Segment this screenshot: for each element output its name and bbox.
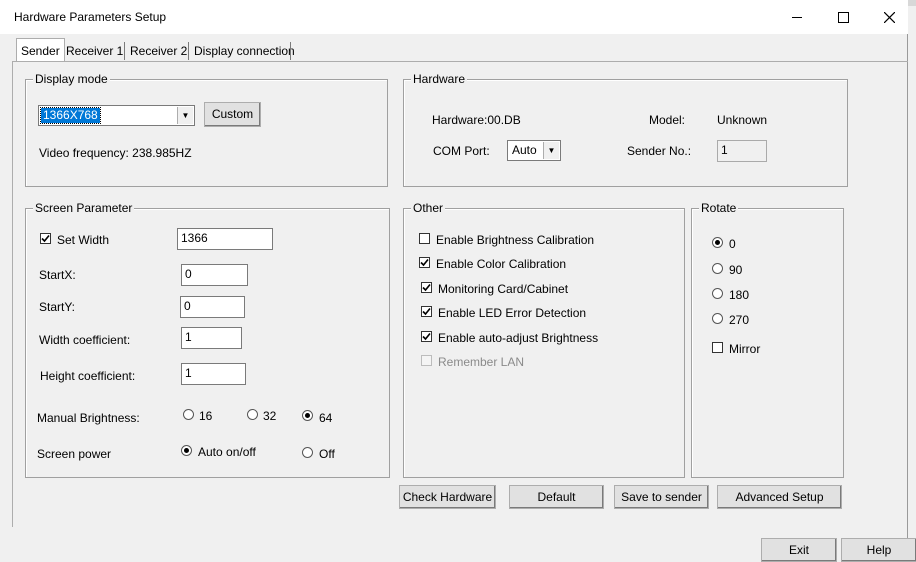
- tab-receiver-2[interactable]: Receiver 2: [126, 40, 191, 62]
- width-coefficient-field[interactable]: 1: [181, 327, 242, 349]
- display-mode-group: Display mode: [25, 72, 388, 187]
- sender-no-field: 1: [717, 140, 767, 162]
- brightness-32-radio[interactable]: [247, 409, 258, 420]
- rotate-270-radio[interactable]: [712, 313, 723, 324]
- help-button[interactable]: Help: [841, 538, 916, 562]
- power-auto-label: Auto on/off: [198, 445, 256, 459]
- minimize-icon: [792, 16, 802, 18]
- window-title: Hardware Parameters Setup: [14, 10, 167, 24]
- rotate-180-label: 180: [729, 288, 750, 302]
- height-coefficient-field[interactable]: 1: [181, 363, 246, 385]
- sender-no-label: Sender No.:: [627, 144, 692, 158]
- led-error-detection-checkbox[interactable]: [421, 306, 432, 317]
- resolution-value: 1366X768: [40, 107, 101, 124]
- led-error-detection-label: Enable LED Error Detection: [438, 306, 587, 320]
- set-width-checkbox[interactable]: [40, 233, 51, 244]
- brightness-64-radio[interactable]: [302, 410, 313, 421]
- rotate-90-label: 90: [729, 263, 743, 277]
- power-auto-radio[interactable]: [181, 445, 192, 456]
- power-off-radio[interactable]: [302, 447, 313, 458]
- screen-parameter-label: Screen Parameter: [33, 201, 135, 215]
- brightness-calibration-label: Enable Brightness Calibration: [436, 233, 595, 247]
- power-off-label: Off: [319, 447, 335, 461]
- advanced-setup-button[interactable]: Advanced Setup: [717, 485, 842, 509]
- save-to-sender-button[interactable]: Save to sender: [614, 485, 709, 509]
- brightness-32-label: 32: [263, 409, 277, 423]
- title-bar: Hardware Parameters Setup: [0, 0, 908, 34]
- tab-display-connection[interactable]: Display connection: [190, 40, 299, 62]
- hardware-parameters-window: Hardware Parameters Setup Sender Receive…: [0, 0, 916, 562]
- check-hardware-button[interactable]: Check Hardware: [399, 485, 496, 509]
- com-port-value: Auto: [512, 143, 537, 157]
- startx-field[interactable]: 0: [181, 264, 248, 286]
- minimize-button[interactable]: [774, 0, 820, 34]
- brightness-calibration-checkbox[interactable]: [419, 233, 430, 244]
- starty-label: StartY:: [39, 300, 76, 314]
- auto-adjust-brightness-label: Enable auto-adjust Brightness: [438, 331, 599, 345]
- checkmark-icon: [422, 307, 431, 316]
- manual-brightness-label: Manual Brightness:: [37, 411, 140, 425]
- screen-power-label: Screen power: [37, 447, 112, 461]
- monitoring-card-checkbox[interactable]: [421, 282, 432, 293]
- monitoring-card-label: Monitoring Card/Cabinet: [438, 282, 569, 296]
- color-calibration-checkbox[interactable]: [419, 257, 430, 268]
- starty-field[interactable]: 0: [180, 296, 245, 318]
- hardware-version-text: Hardware:00.DB: [432, 113, 521, 127]
- rotate-label: Rotate: [699, 201, 739, 215]
- checkmark-icon: [422, 283, 431, 292]
- tab-separator: [290, 42, 291, 60]
- startx-label: StartX:: [39, 268, 76, 282]
- mirror-label: Mirror: [729, 342, 761, 356]
- remember-lan-label: Remember LAN: [438, 355, 525, 369]
- hardware-label: Hardware: [411, 72, 468, 86]
- exit-button[interactable]: Exit: [761, 538, 837, 562]
- model-value: Unknown: [717, 113, 768, 127]
- maximize-button[interactable]: [820, 0, 866, 34]
- rotate-270-label: 270: [729, 313, 750, 327]
- brightness-16-radio[interactable]: [183, 409, 194, 420]
- rotate-0-label: 0: [729, 237, 736, 251]
- chevron-down-icon[interactable]: ▼: [543, 142, 559, 159]
- tab-separator: [124, 42, 125, 60]
- default-button[interactable]: Default: [509, 485, 604, 509]
- auto-adjust-brightness-checkbox[interactable]: [421, 331, 432, 342]
- mirror-checkbox[interactable]: [712, 342, 723, 353]
- set-width-label: Set Width: [57, 233, 110, 247]
- color-calibration-label: Enable Color Calibration: [436, 257, 567, 271]
- brightness-16-label: 16: [199, 409, 213, 423]
- tab-sender[interactable]: Sender: [16, 38, 65, 62]
- width-field[interactable]: 1366: [177, 228, 273, 250]
- checkmark-icon: [41, 234, 50, 243]
- width-coefficient-label: Width coefficient:: [39, 333, 131, 347]
- chevron-down-icon[interactable]: ▼: [177, 107, 193, 124]
- other-label: Other: [411, 201, 446, 215]
- model-label: Model:: [649, 113, 686, 127]
- brightness-64-label: 64: [319, 411, 333, 425]
- close-icon: [883, 11, 895, 23]
- hardware-group: Hardware: [403, 72, 848, 187]
- height-coefficient-label: Height coefficient:: [40, 369, 136, 383]
- tab-receiver-1[interactable]: Receiver 1: [62, 40, 127, 62]
- video-frequency-text: Video frequency: 238.985HZ: [39, 146, 192, 160]
- rotate-0-radio[interactable]: [712, 237, 723, 248]
- display-mode-label: Display mode: [33, 72, 110, 86]
- resolution-select[interactable]: 1366X768 ▼: [38, 105, 195, 126]
- remember-lan-checkbox: [421, 355, 432, 366]
- tab-separator: [188, 42, 189, 60]
- com-port-select[interactable]: Auto ▼: [507, 140, 561, 161]
- rotate-90-radio[interactable]: [712, 263, 723, 274]
- close-button[interactable]: [866, 0, 912, 34]
- checkmark-icon: [422, 332, 431, 341]
- com-port-label: COM Port:: [433, 144, 490, 158]
- custom-button[interactable]: Custom: [204, 102, 261, 127]
- checkmark-icon: [420, 258, 429, 267]
- maximize-icon: [837, 11, 849, 23]
- rotate-180-radio[interactable]: [712, 288, 723, 299]
